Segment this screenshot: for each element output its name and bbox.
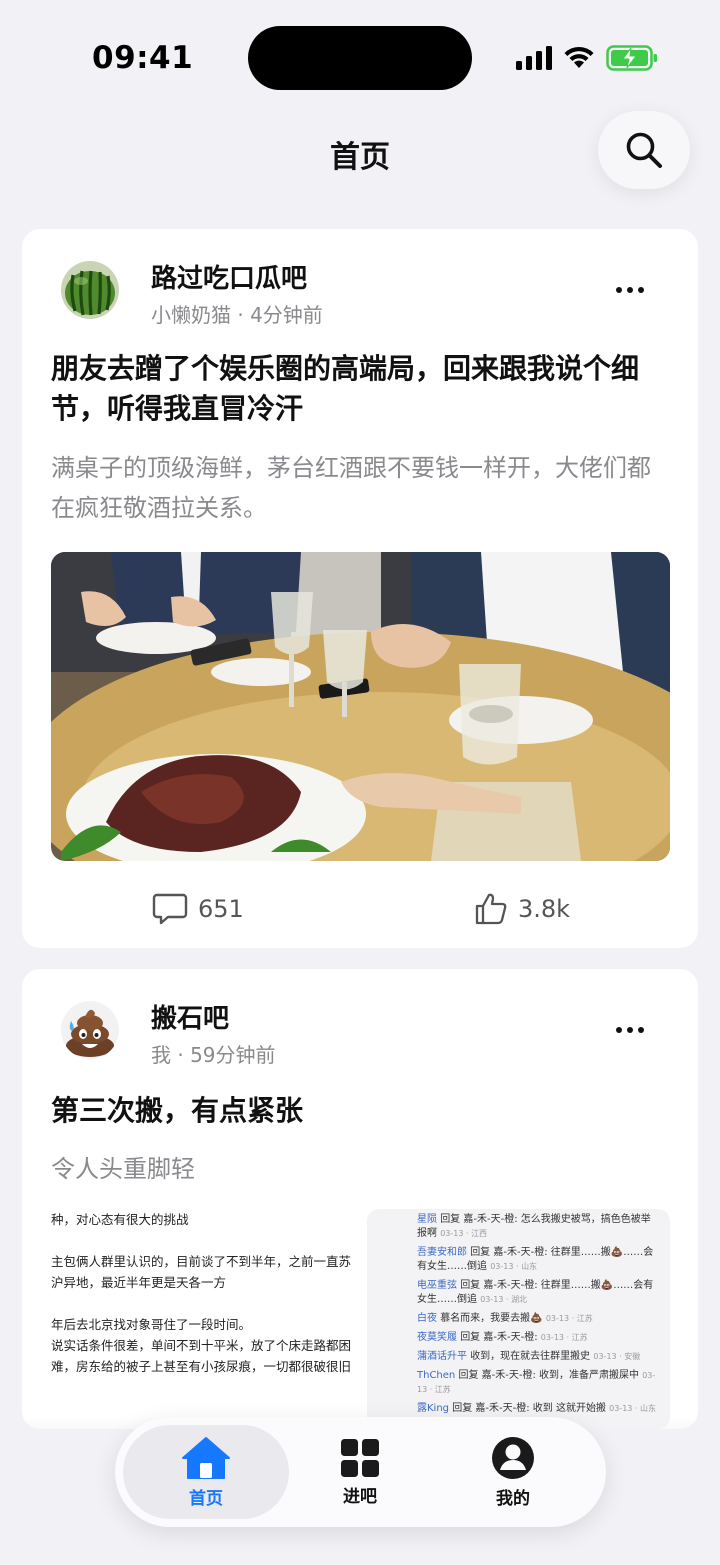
grid-icon (341, 1438, 379, 1477)
post-excerpt[interactable]: 满桌子的顶级海鲜，茅台红酒跟不要钱一样开，大佬们都在疯狂敬酒拉关系。 (51, 448, 671, 528)
more-options-button[interactable] (610, 270, 650, 310)
post-excerpt[interactable]: 令人头重脚轻 (51, 1149, 671, 1189)
cellular-signal-icon (516, 46, 552, 70)
screenshot-text: 种，对心态有很大的挑战 主包俩人群里认识的，目前谈了不到半年，之前一直苏沪异地，… (51, 1209, 351, 1429)
thumbs-up-icon (475, 893, 507, 925)
dynamic-island (248, 26, 472, 90)
wifi-icon (564, 46, 594, 68)
post-title[interactable]: 第三次搬，有点紧张 (51, 1091, 671, 1131)
screenshot-paragraph: 年后去北京找对象哥住了一段时间。 说实话条件很差，单间不到十平米，放了个床走路都… (51, 1317, 352, 1374)
screenshot-comment: 露King 回复 嘉-禾-天-橙: 收到 这就开始搬 03-13 · 山东 (417, 1403, 657, 1414)
screenshot-comment: 蒲酒话升平 收到，现在就去往群里搬史 03-13 · 安徽 (417, 1351, 641, 1362)
profile-icon (492, 1436, 534, 1479)
screenshot-comment: 电巫重弦 回复 嘉-禾-天-橙: 往群里……搬💩……会有女生……倒追 03-13… (417, 1280, 654, 1305)
author-name[interactable]: 我 (151, 1043, 171, 1067)
forum-name[interactable]: 搬石吧 (151, 998, 229, 1035)
forum-avatar[interactable] (61, 1001, 119, 1059)
tab-label: 首页 (189, 1488, 223, 1509)
screenshot-comment: 白夜 慕名而来，我要去搬💩 03-13 · 江苏 (417, 1313, 593, 1324)
battery-charging-icon (606, 45, 657, 71)
post-card[interactable]: 搬石吧 我 · 59分钟前 第三次搬，有点紧张 令人头重脚轻 种，对心态有很大的… (22, 969, 698, 1429)
post-card[interactable]: 路过吃口瓜吧 小懒奶猫 · 4分钟前 朋友去蹭了个娱乐圈的高端局，回来跟我说个细… (22, 229, 698, 948)
like-button[interactable]: 3.8k (474, 889, 570, 929)
tab-bar: 首页 进吧 我的 (115, 1417, 606, 1527)
post-actions: 651 3.8k (22, 889, 698, 929)
tab-home[interactable]: 首页 (123, 1425, 289, 1519)
status-bar: 09:41 (0, 0, 720, 110)
post-image[interactable] (51, 552, 670, 861)
screenshot-paragraph: 主包俩人群里认识的，目前谈了不到半年，之前一直苏沪异地，最近半年更是天各一方 (51, 1254, 352, 1290)
tab-forums[interactable]: 进吧 (277, 1425, 443, 1519)
screenshot-comments: 星陨 回复 嘉-禾-天-橙: 怎么我搬史被骂，搞色色被举报啊 03-13 · 江… (367, 1209, 670, 1429)
post-time: 59分钟前 (190, 1043, 276, 1067)
home-icon (182, 1436, 230, 1479)
tab-label: 我的 (496, 1488, 530, 1509)
screenshot-comment: 星陨 回复 嘉-禾-天-橙: 怎么我搬史被骂，搞色色被举报啊 03-13 · 江… (417, 1214, 651, 1239)
screenshot-comment: ThChen 回复 嘉-禾-天-橙: 收到，准备严肃搬屎中 03-13 · 江苏 (417, 1370, 656, 1394)
search-icon (626, 132, 662, 168)
comment-button[interactable]: 651 (152, 889, 244, 929)
comment-count: 651 (198, 895, 244, 923)
post-title[interactable]: 朋友去蹭了个娱乐圈的高端局，回来跟我说个细节，听得我直冒冷汗 (51, 349, 671, 429)
tab-label: 进吧 (343, 1486, 377, 1507)
tab-profile[interactable]: 我的 (430, 1425, 596, 1519)
dinner-table-photo (51, 552, 670, 861)
screenshot-comment: 夜莫笑履 回复 嘉-禾-天-橙: 03-13 · 江苏 (417, 1332, 588, 1343)
status-time: 09:41 (92, 40, 194, 76)
like-count: 3.8k (518, 895, 571, 923)
screenshot-paragraph: 种，对心态有很大的挑战 (51, 1212, 189, 1227)
post-meta: 我 · 59分钟前 (151, 1039, 276, 1068)
post-image[interactable]: 种，对心态有很大的挑战 主包俩人群里认识的，目前谈了不到半年，之前一直苏沪异地，… (51, 1209, 670, 1429)
forum-name[interactable]: 路过吃口瓜吧 (151, 258, 307, 295)
post-meta: 小懒奶猫 · 4分钟前 (151, 299, 323, 328)
post-time: 4分钟前 (250, 303, 323, 327)
search-button[interactable] (598, 111, 690, 189)
more-options-button[interactable] (610, 1010, 650, 1050)
meta-separator: · (237, 303, 251, 327)
meta-separator: · (177, 1043, 191, 1067)
watermelon-icon (61, 261, 119, 319)
comment-icon (152, 893, 188, 925)
screenshot-comment: 吾妻安和郎 回复 嘉-禾-天-橙: 往群里……搬💩……会有女生……倒追 03-1… (417, 1247, 654, 1272)
forum-avatar[interactable] (61, 261, 119, 319)
author-name[interactable]: 小懒奶猫 (151, 303, 231, 327)
poop-emoji-icon (61, 1001, 119, 1059)
